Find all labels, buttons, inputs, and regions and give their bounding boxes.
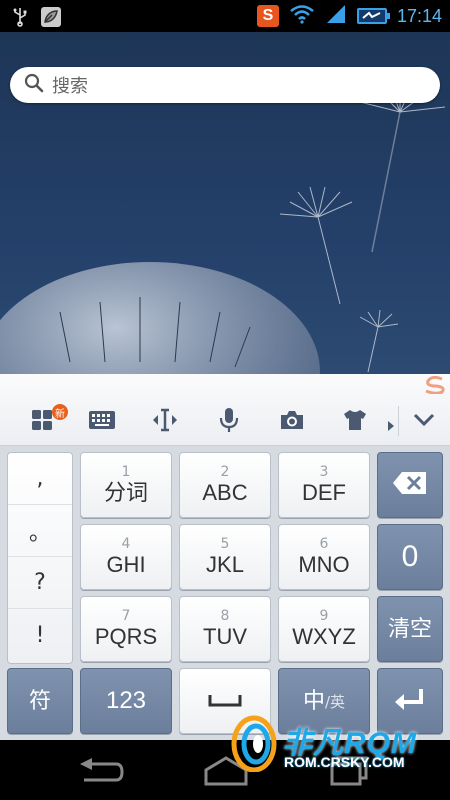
keyboard-toolbar: 新 [0, 374, 450, 446]
tshirt-icon[interactable] [339, 404, 371, 436]
wifi-icon [289, 4, 315, 28]
search-input[interactable]: 搜索 [52, 72, 88, 98]
keypad: , 。 ? ! 1 分词 2 ABC 3 DEF 4 GHI 5 JKL 6 M… [0, 446, 450, 740]
key-6-mno[interactable]: 6 MNO [278, 524, 370, 590]
clear-key[interactable]: 清空 [377, 596, 443, 662]
crsky-logo-icon [231, 715, 277, 772]
symbol-key[interactable]: 符 [7, 668, 73, 734]
numbers-key[interactable]: 123 [80, 668, 172, 734]
key-7-pqrs[interactable]: 7 PQRS [80, 596, 172, 662]
toolbar-divider [398, 406, 399, 436]
backspace-key[interactable] [377, 452, 443, 518]
sogou-watermark-icon [425, 376, 445, 394]
key-9-wxyz[interactable]: 9 WXYZ [278, 596, 370, 662]
punct-exclaim-key[interactable]: ! [8, 609, 72, 661]
cursor-icon[interactable] [149, 404, 181, 436]
punctuation-column: , 。 ? ! [7, 452, 73, 664]
sogou-keyboard: 新 , 。 ? ! 1 分词 2 ABC 3 DEF 4 GHI 5 JKL 6… [0, 374, 450, 740]
search-icon [24, 73, 44, 97]
key-8-tuv[interactable]: 8 TUV [179, 596, 271, 662]
keyboard-icon[interactable] [86, 404, 118, 436]
chevron-down-icon[interactable] [408, 404, 440, 436]
enter-icon [394, 687, 426, 715]
camera-icon[interactable] [276, 404, 308, 436]
key-3-def[interactable]: 3 DEF [278, 452, 370, 518]
signal-icon [325, 4, 347, 28]
back-icon[interactable] [78, 758, 124, 790]
zero-key[interactable]: 0 [377, 524, 443, 590]
clock: 17:14 [396, 5, 442, 26]
punct-period-key[interactable]: 。 [8, 505, 72, 557]
watermark-subtitle: ROM.CRSKY.COM [284, 754, 405, 770]
new-badge: 新 [52, 404, 68, 420]
more-arrow-icon [388, 416, 394, 435]
leaf-notification-icon [40, 6, 62, 32]
search-bar[interactable]: 搜索 [10, 67, 440, 103]
usb-icon [12, 7, 28, 31]
status-bar: S 17:14 [0, 0, 450, 32]
sogou-icon: S [256, 5, 279, 27]
backspace-icon [392, 471, 428, 499]
microphone-icon[interactable] [213, 404, 245, 436]
punct-comma-key[interactable]: , [8, 453, 72, 505]
key-5-jkl[interactable]: 5 JKL [179, 524, 271, 590]
key-4-ghi[interactable]: 4 GHI [80, 524, 172, 590]
key-2-abc[interactable]: 2 ABC [179, 452, 271, 518]
battery-charging-icon [356, 8, 390, 24]
home-wallpaper: 搜索 [0, 32, 450, 374]
space-icon [208, 692, 242, 711]
key-1-fenci[interactable]: 1 分词 [80, 452, 172, 518]
punct-question-key[interactable]: ? [8, 557, 72, 609]
crsky-watermark: 非凡RQM ROM.CRSKY.COM [230, 714, 440, 774]
